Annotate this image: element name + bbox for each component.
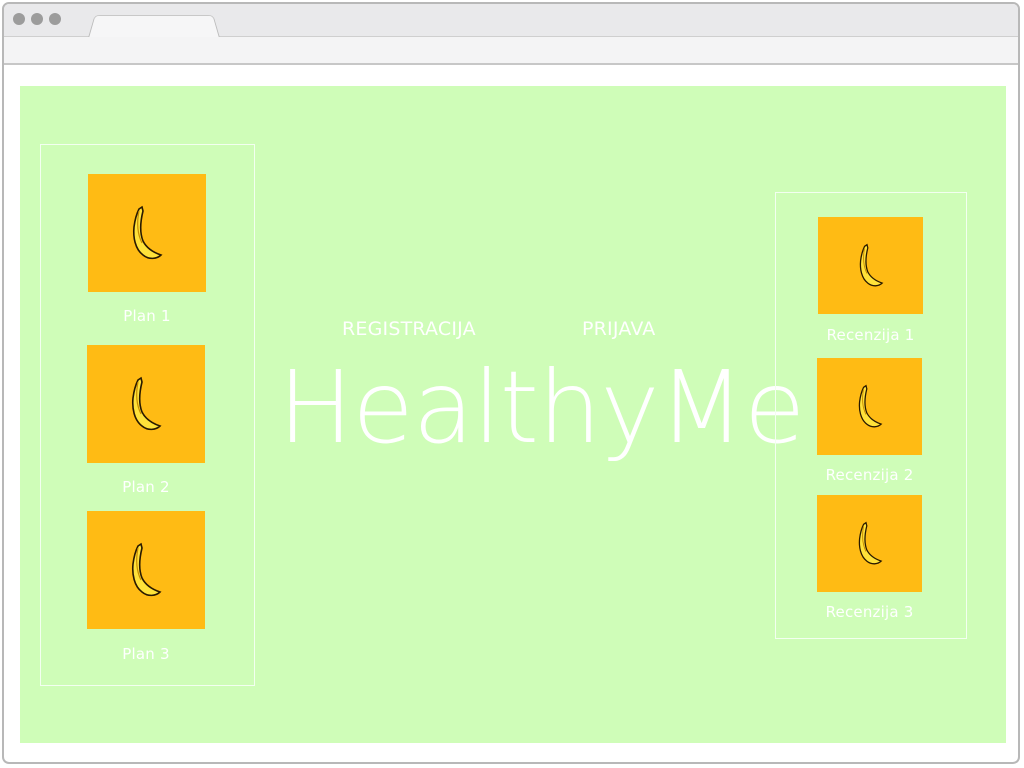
review-thumbnail[interactable]: [817, 358, 922, 455]
brand-title: HealthyMe: [278, 349, 805, 466]
browser-titlebar: [4, 4, 1018, 38]
banana-icon: [131, 542, 162, 597]
browser-window: Plan 1 Plan 2 Plan 3 REGISTRACIJA PRIJAV…: [2, 2, 1020, 764]
window-control-dot[interactable]: [49, 13, 61, 25]
reviews-panel: Recenzija 1 Recenzija 2 Recenzija 3: [775, 192, 967, 639]
review-label: Recenzija 1: [826, 326, 915, 344]
browser-tab[interactable]: [88, 14, 220, 38]
page-viewport: Plan 1 Plan 2 Plan 3 REGISTRACIJA PRIJAV…: [20, 86, 1006, 743]
plan-thumbnail[interactable]: [88, 174, 206, 292]
login-link[interactable]: PRIJAVA: [582, 318, 656, 340]
plans-panel: Plan 1 Plan 2 Plan 3: [40, 144, 255, 686]
banana-icon: [858, 521, 882, 565]
review-card[interactable]: Recenzija 3: [817, 495, 922, 627]
review-label: Recenzija 3: [825, 603, 914, 621]
banana-icon: [132, 205, 163, 260]
plan-card[interactable]: Plan 3: [87, 511, 205, 671]
plan-label: Plan 1: [123, 307, 171, 325]
plan-label: Plan 2: [122, 478, 170, 496]
banana-icon: [859, 243, 883, 287]
plan-label: Plan 3: [122, 645, 170, 663]
address-bar[interactable]: [4, 37, 1018, 65]
plan-card[interactable]: Plan 1: [88, 174, 206, 334]
review-thumbnail[interactable]: [818, 217, 923, 314]
review-thumbnail[interactable]: [817, 495, 922, 592]
register-link[interactable]: REGISTRACIJA: [342, 318, 476, 340]
review-card[interactable]: Recenzija 2: [817, 358, 922, 490]
plan-thumbnail[interactable]: [87, 345, 205, 463]
review-label: Recenzija 2: [825, 466, 914, 484]
banana-icon: [131, 376, 162, 431]
window-control-dot[interactable]: [31, 13, 43, 25]
plan-thumbnail[interactable]: [87, 511, 205, 629]
window-control-dot[interactable]: [13, 13, 25, 25]
banana-icon: [858, 384, 882, 428]
review-card[interactable]: Recenzija 1: [818, 217, 923, 349]
plan-card[interactable]: Plan 2: [87, 345, 205, 505]
